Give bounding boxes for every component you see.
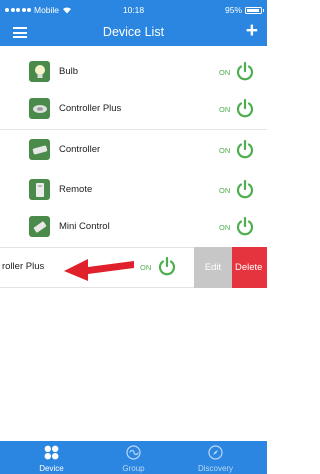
controller-icon (29, 139, 50, 160)
add-device-button[interactable]: + (246, 20, 258, 42)
power-icon[interactable] (235, 216, 255, 236)
status-right: 95% (224, 5, 264, 15)
power-icon[interactable] (235, 61, 255, 81)
list-item[interactable]: Remote ON (0, 170, 267, 211)
group-icon (126, 445, 141, 460)
device-name: Bulb (59, 66, 79, 77)
tab-label: Discovery (197, 464, 234, 473)
device-name: Controller Plus (59, 103, 122, 114)
status-bar: Mobile 10:18 95% (0, 0, 267, 18)
device-state: ON (140, 263, 152, 272)
controller-plus-icon (29, 98, 50, 119)
battery-percent: 95% (224, 5, 242, 15)
swipe-arrow-icon (64, 259, 134, 281)
tab-label: Device (39, 464, 64, 473)
page-title: Device List (102, 25, 165, 39)
compass-icon (208, 445, 223, 460)
remote-icon (29, 179, 50, 200)
power-icon[interactable] (235, 139, 255, 159)
device-state: ON (219, 146, 231, 155)
list-item[interactable]: Bulb ON (0, 52, 267, 93)
device-state: ON (219, 223, 231, 232)
delete-button[interactable]: Delete (232, 247, 267, 288)
device-name: Controller (59, 144, 101, 155)
tab-discovery[interactable]: Discovery (171, 441, 260, 474)
battery-icon (245, 6, 264, 14)
power-icon[interactable] (235, 98, 255, 118)
grid-icon (44, 445, 59, 460)
edit-button[interactable]: Edit (194, 247, 232, 288)
mini-control-icon (29, 216, 50, 237)
tab-group[interactable]: Group (89, 441, 178, 474)
device-name: Remote (59, 184, 93, 195)
power-icon[interactable] (157, 256, 177, 276)
list-item[interactable]: Controller ON (0, 130, 267, 171)
list-item[interactable]: Controller Plus ON (0, 89, 267, 130)
tab-bar: Device Group Discovery (0, 441, 267, 474)
tab-label: Group (122, 464, 145, 473)
bulb-icon (29, 61, 50, 82)
device-state: ON (219, 68, 231, 77)
device-state: ON (219, 105, 231, 114)
tab-device[interactable]: Device (7, 441, 96, 474)
list-item[interactable]: Mini Control ON (0, 207, 267, 248)
device-name: Mini Control (59, 221, 110, 232)
nav-bar: Device List + (0, 18, 267, 46)
device-name: roller Plus (2, 261, 45, 272)
power-icon[interactable] (235, 179, 255, 199)
device-state: ON (219, 186, 231, 195)
